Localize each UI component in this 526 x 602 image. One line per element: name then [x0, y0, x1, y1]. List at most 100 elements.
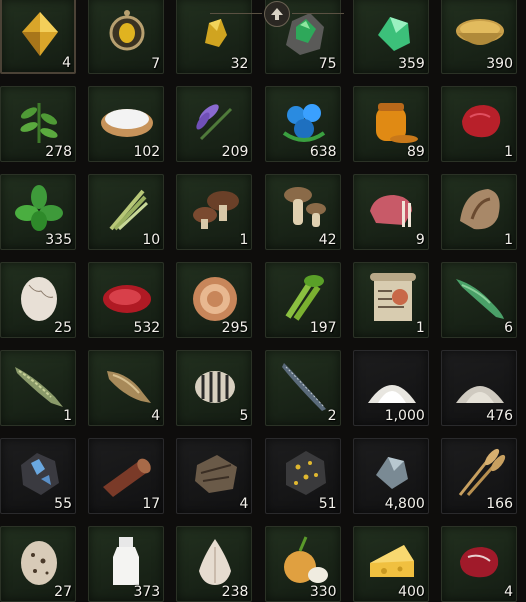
- inventory-slot[interactable]: 51: [264, 438, 341, 514]
- item-count: 42: [318, 232, 337, 248]
- amulet-icon: [109, 10, 145, 51]
- blue-ore-rock-icon: [21, 453, 59, 495]
- item-count: 6: [504, 320, 513, 336]
- item-count: 4: [239, 496, 249, 512]
- inventory-slot[interactable]: 7: [88, 0, 165, 74]
- item-count: 373: [133, 584, 161, 600]
- inventory-slot[interactable]: 209: [176, 86, 253, 162]
- honey-jar-icon: [375, 103, 418, 143]
- header-divider-left: [210, 13, 262, 14]
- item-count: 1: [504, 232, 513, 248]
- header-divider-right: [292, 13, 344, 14]
- inventory-slot[interactable]: 1,000: [352, 350, 429, 426]
- red-meat-slice-icon: [103, 285, 152, 313]
- lemongrass-icon: [109, 189, 149, 231]
- white-powder-icon: [367, 385, 416, 403]
- arowana-fish-icon: [456, 279, 504, 319]
- inventory-slot[interactable]: 166: [441, 438, 517, 514]
- carp-fish-icon: [107, 371, 152, 403]
- inventory-slot[interactable]: 1: [0, 350, 76, 426]
- inventory-slot[interactable]: 4,800: [352, 438, 429, 514]
- inventory-slot[interactable]: 390: [441, 0, 517, 74]
- inventory-slot[interactable]: 238: [176, 526, 253, 602]
- inventory-slot[interactable]: 373: [88, 526, 165, 602]
- inventory-slot[interactable]: 42: [264, 174, 341, 250]
- egg-icon: [21, 277, 57, 321]
- inventory-slot[interactable]: 4: [176, 438, 253, 514]
- grey-crystal-icon: [375, 457, 408, 489]
- inventory-slot[interactable]: 32: [176, 0, 253, 74]
- mushroom-icon: [283, 187, 326, 227]
- beef-steak-icon: [460, 547, 499, 578]
- item-count: 359: [398, 56, 425, 72]
- garlic-icon: [199, 539, 232, 585]
- item-count: 278: [45, 144, 72, 160]
- item-count: 4: [62, 55, 71, 71]
- item-count: 25: [54, 320, 72, 336]
- item-count: 51: [318, 496, 337, 512]
- grey-powder-icon: [456, 386, 504, 403]
- item-count: 390: [486, 56, 513, 72]
- inventory-slot[interactable]: 27: [0, 526, 76, 602]
- inventory-slot[interactable]: 1: [441, 86, 517, 162]
- item-count: 532: [133, 320, 161, 336]
- cheese-icon: [369, 545, 414, 577]
- item-count: 10: [142, 232, 161, 248]
- inventory-slot[interactable]: 89: [352, 86, 429, 162]
- inventory-slot[interactable]: 638: [264, 86, 341, 162]
- inventory-slot[interactable]: 1: [176, 174, 253, 250]
- blue-berries-icon: [282, 104, 325, 142]
- inventory-slot[interactable]: 17: [88, 438, 165, 514]
- item-count: 1: [63, 408, 72, 424]
- inventory-slot[interactable]: 1: [441, 174, 517, 250]
- shiitake-icon: [193, 191, 240, 229]
- item-count: 238: [221, 584, 249, 600]
- inventory-slot[interactable]: 4: [88, 350, 165, 426]
- inventory-slot[interactable]: 359: [352, 0, 429, 74]
- inventory-slot[interactable]: 335: [0, 174, 76, 250]
- item-count: 17: [142, 496, 161, 512]
- inventory-slot[interactable]: 2: [264, 350, 341, 426]
- inventory-slot[interactable]: 197: [264, 262, 341, 338]
- item-count: 75: [318, 56, 337, 72]
- item-count: 1: [239, 232, 249, 248]
- inventory-slot[interactable]: 25: [0, 262, 76, 338]
- arrow-up-icon: [271, 8, 283, 20]
- inventory-slot[interactable]: 10: [88, 174, 165, 250]
- item-count: 27: [54, 584, 72, 600]
- onion-icon: [283, 536, 328, 583]
- inventory-slot[interactable]: 4: [0, 0, 76, 74]
- item-count: 1: [415, 320, 425, 336]
- gold-flecked-rock-icon: [285, 451, 326, 495]
- cream-swirl-icon: [193, 277, 238, 321]
- rack-meat-icon: [369, 195, 412, 227]
- inventory-slot[interactable]: 532: [88, 262, 165, 338]
- striped-fish-icon: [195, 371, 236, 403]
- item-count: 5: [239, 408, 249, 424]
- scroll-icon: [369, 273, 416, 321]
- item-count: 4: [151, 408, 161, 424]
- item-count: 400: [398, 584, 425, 600]
- item-count: 7: [151, 56, 161, 72]
- inventory-slot[interactable]: 102: [88, 86, 165, 162]
- inventory-slot[interactable]: 400: [352, 526, 429, 602]
- inventory-slot[interactable]: 330: [264, 526, 341, 602]
- inventory-slot[interactable]: 1: [352, 262, 429, 338]
- inventory-slot[interactable]: 6: [441, 262, 517, 338]
- inventory-slot[interactable]: 55: [0, 438, 76, 514]
- green-crystal-icon: [377, 17, 410, 51]
- item-count: 2: [327, 408, 337, 424]
- inventory-slot[interactable]: 5: [176, 350, 253, 426]
- inventory-slot[interactable]: 9: [352, 174, 429, 250]
- inventory-slot[interactable]: 278: [0, 86, 76, 162]
- scroll-up-button[interactable]: [264, 1, 290, 27]
- item-count: 4,800: [384, 496, 425, 512]
- item-count: 638: [309, 144, 337, 160]
- needle-fish-icon: [281, 363, 326, 411]
- item-count: 55: [54, 496, 72, 512]
- inventory-slot[interactable]: 4: [441, 526, 517, 602]
- item-count: 1: [504, 144, 513, 160]
- inventory-slot[interactable]: 476: [441, 350, 517, 426]
- bark-icon: [195, 455, 238, 493]
- inventory-slot[interactable]: 295: [176, 262, 253, 338]
